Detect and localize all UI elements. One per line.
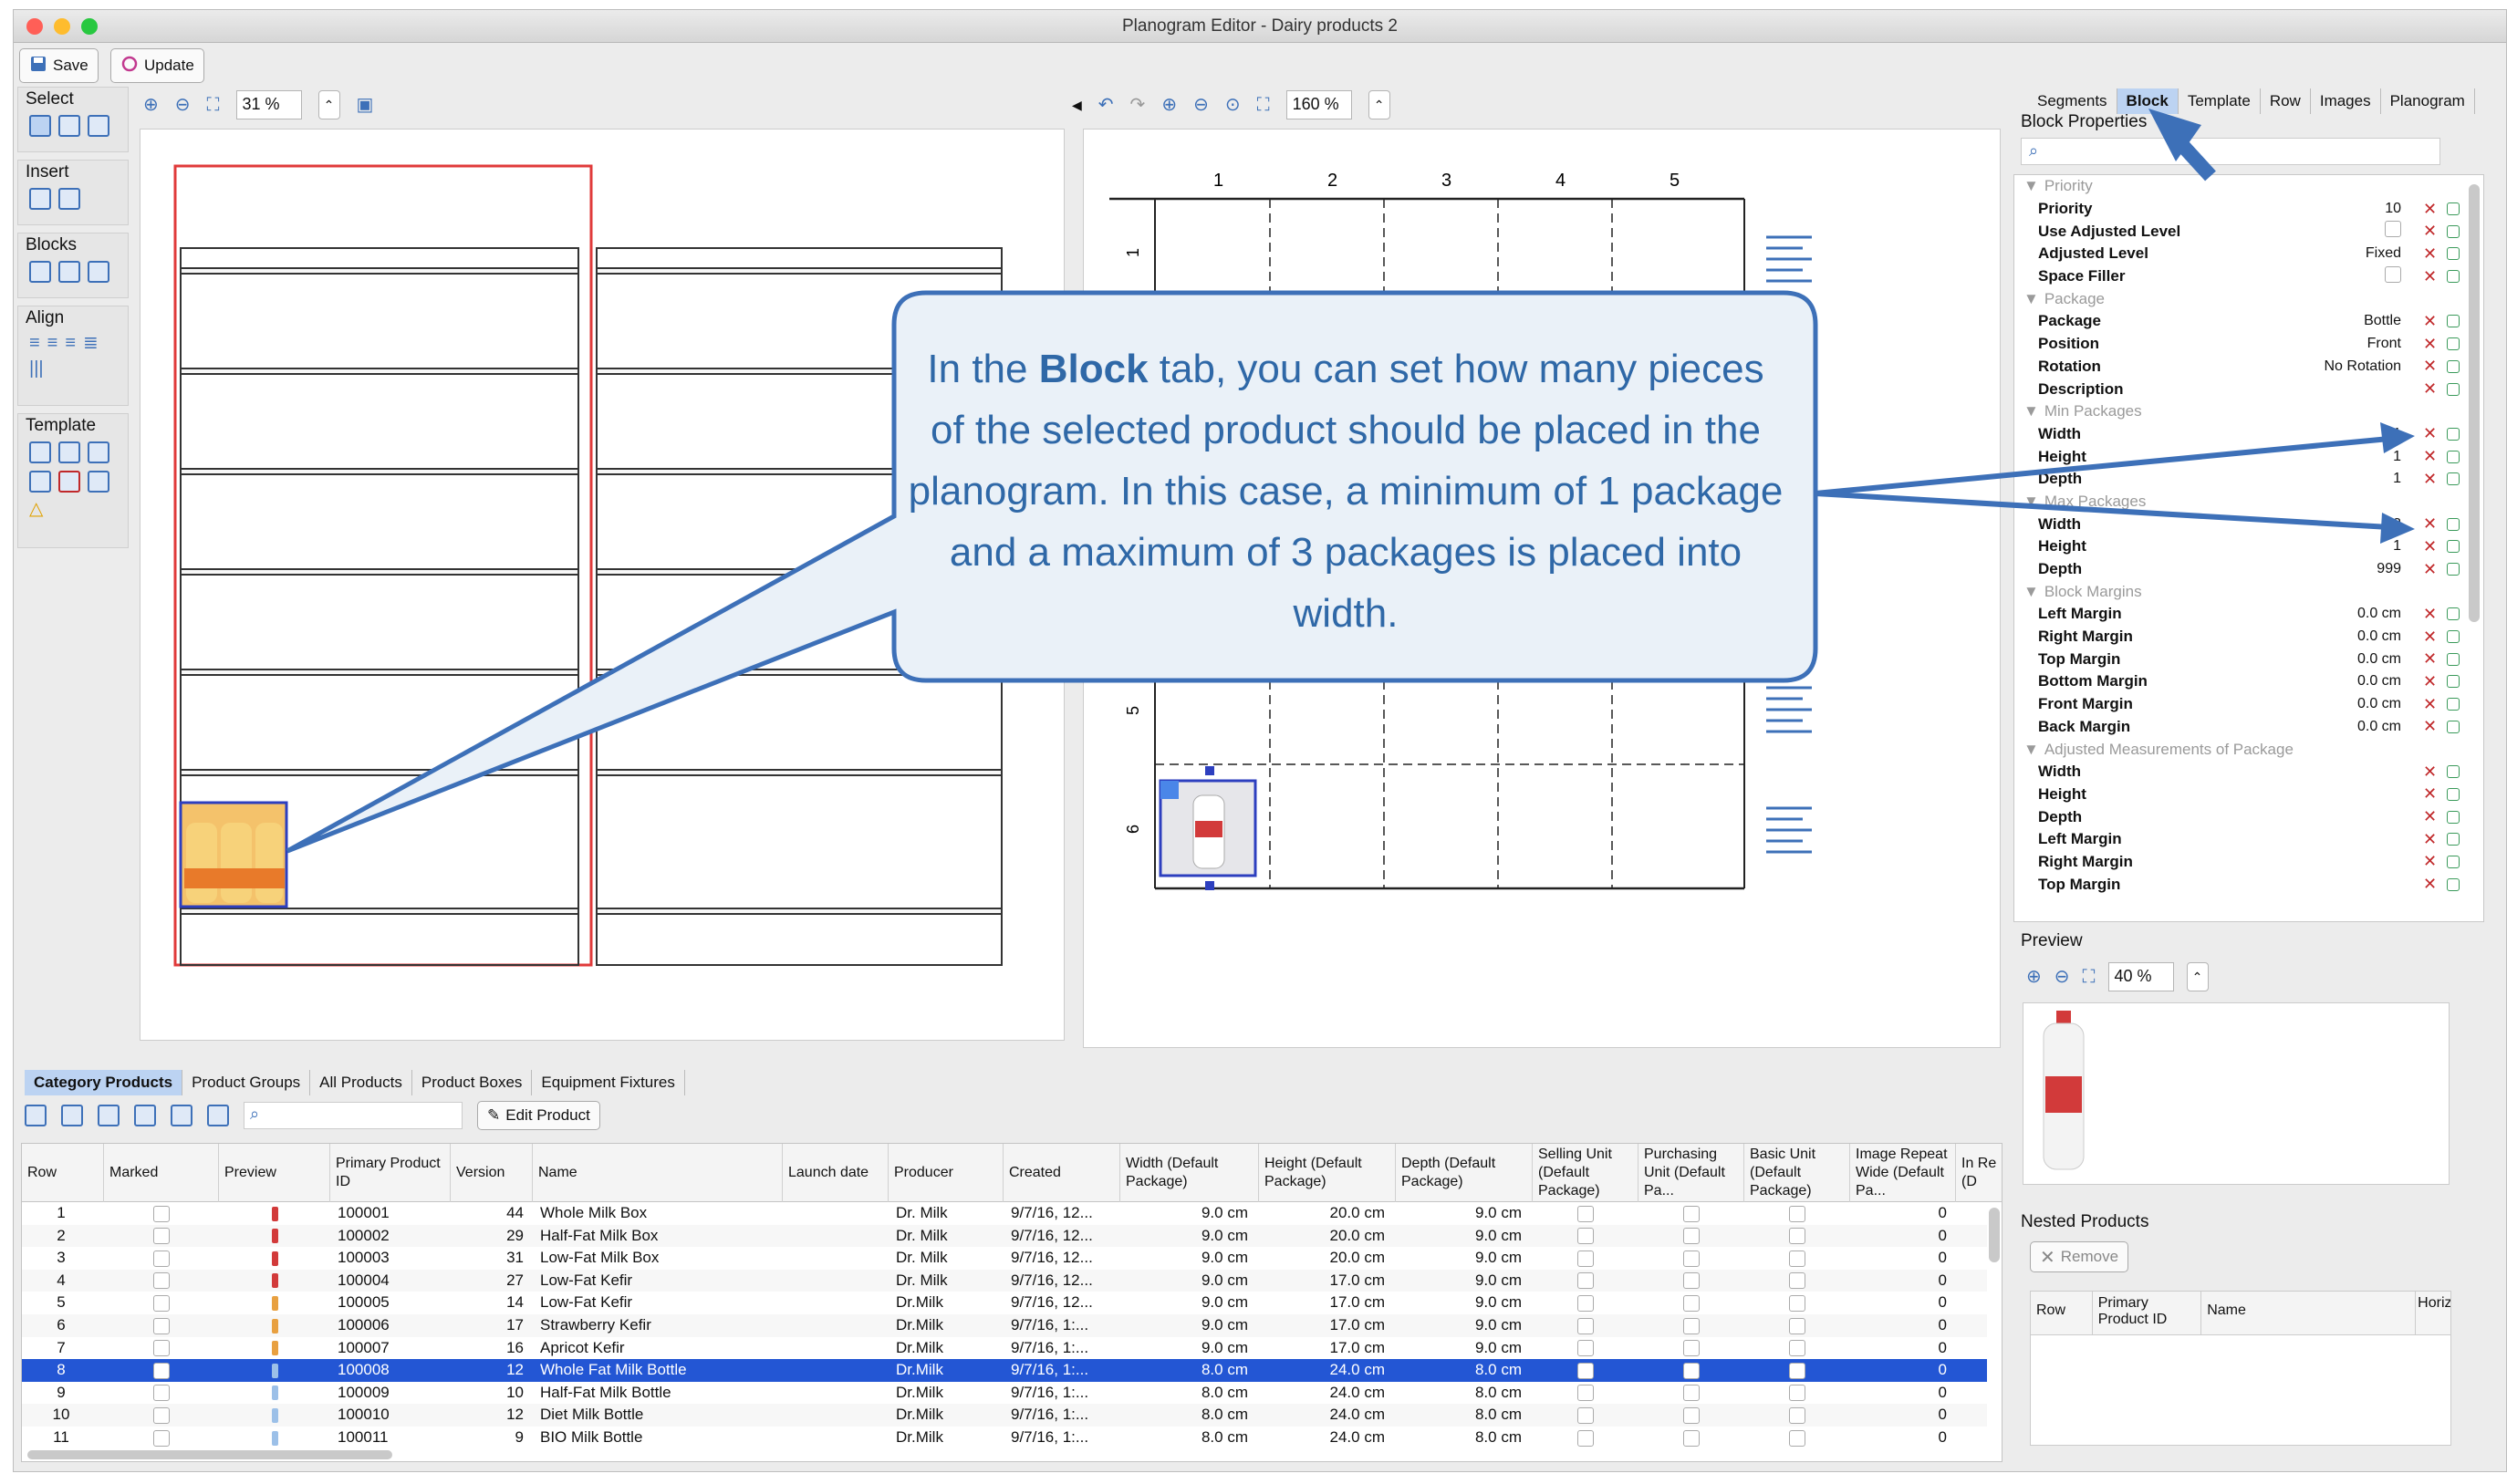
planogram-editor-window: Planogram Editor - Dairy products 2 Save… [13, 9, 2507, 1472]
arrow-head-min [2380, 422, 2415, 453]
callout-text: In the Block tab, you can set how many p… [908, 347, 1784, 636]
arrow-max-width [1815, 491, 2390, 530]
arrow-head-max [2380, 513, 2415, 544]
callout-overlay [286, 109, 2415, 854]
arrow-min-width [1815, 436, 2390, 496]
